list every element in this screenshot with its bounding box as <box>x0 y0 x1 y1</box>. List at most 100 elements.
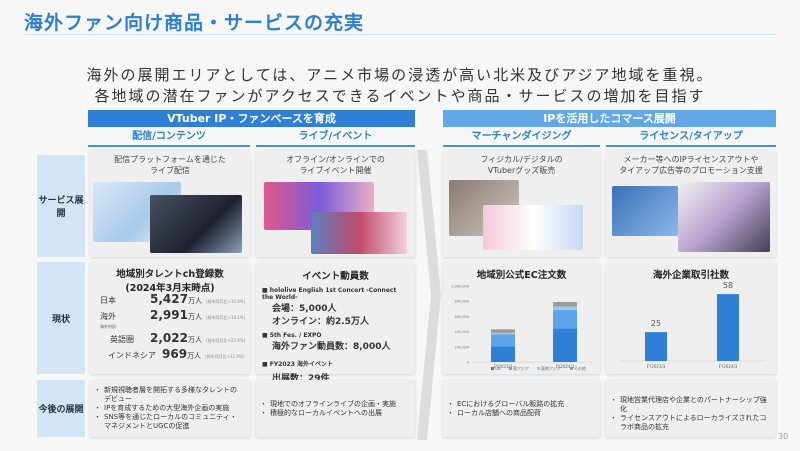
merch-goods-image <box>483 205 583 250</box>
data-label: 58 <box>723 281 733 290</box>
stat-japan: 日本 5,427 万人 (前年同月比+15.4%) <box>100 292 250 308</box>
license-product-image <box>612 186 678 236</box>
legend-swatch <box>491 367 494 370</box>
region: 海外 <box>100 312 116 321</box>
bar-segment-その他 <box>553 301 577 307</box>
y-tick-label: 600,000 <box>455 315 469 319</box>
stat-english: 英語圏 2,022 万人 (前年同月比+22.9%) <box>100 331 250 347</box>
unit: 万人 <box>187 352 202 360</box>
inner-label: 海外内訳 <box>100 324 116 329</box>
future-streaming: 新規視聴者層を開拓する多様なタレントのデビューIPを育成するための大型海外企画の… <box>90 380 250 437</box>
legend-swatch <box>570 367 573 370</box>
card-event-attendance: イベント動員数 ■ hololive English 1st Concert -… <box>256 262 415 384</box>
future-bullet: SNS等を通じたローカルのコミュニティ・マネジメントとUGCの促進 <box>94 413 242 431</box>
bar <box>645 332 667 361</box>
value: 5,427 <box>150 292 188 306</box>
col-label-license: ライセンス/タイアップ <box>606 129 776 147</box>
bar-segment-その他 <box>491 329 515 333</box>
bar-segment-東南アジア <box>491 332 515 335</box>
event-value: 会場：5,000人 <box>272 304 337 314</box>
caption-line: ライブ配信 <box>150 166 190 175</box>
row-label-future: 今後の展開 <box>37 380 85 437</box>
future-merch: ECにおけるグローバル販路の拡充ローカル店舗への商品配荷 <box>443 380 600 437</box>
stat-indonesia: インドネシア 969 万人 (前年同月比+11.9%) <box>100 347 250 363</box>
y-tick-label: 0 <box>467 361 469 365</box>
bar-segment-US <box>491 346 515 362</box>
unit: 万人 <box>187 297 202 305</box>
future-bullet: ローカル店舗への商品配荷 <box>447 409 592 418</box>
bar-segment-東アジア <box>553 309 577 329</box>
ec-orders-chart: 0200,000400,000600,000800,0001,000,000FY… <box>451 285 593 371</box>
page-number: 30 <box>778 432 789 441</box>
page-title: 海外ファン向け商品・サービスの充実 <box>24 12 365 34</box>
card-talent-subscribers: 地域別タレントch登録数 (2024年3月末時点) 日本 5,427 万人 (前年同月… <box>90 262 250 374</box>
talent-title: 地域別タレントch登録数 <box>116 269 224 280</box>
region: 英語圏 <box>110 335 134 344</box>
col-label-streaming: 配信/コンテンツ <box>88 129 250 147</box>
card-license: メーカー等へのIPライセンスアウトや タイアップ広告等のプロモーション支援 <box>606 150 776 257</box>
caption-line: フィジカル/デジタルの <box>480 155 563 164</box>
event-name: ■ FY2023 海外イベント <box>262 361 333 368</box>
bar-segment-東南アジア <box>553 306 577 310</box>
future-bullet: ライセンスアウトによるローカライズされたコラボ商品の拡充 <box>610 414 768 432</box>
event-name: ■ 5th Fes. / EXPO <box>262 332 322 339</box>
row-label-status: 現状 <box>37 262 85 374</box>
col-label-merch: マーチャンダイジング <box>443 129 600 147</box>
caption-line: メーカー等へのIPライセンスアウトや <box>623 155 759 164</box>
future-bullet: 積極的なローカルイベントへの出展 <box>260 409 407 418</box>
unit: 万人 <box>187 336 202 344</box>
lead-line-1: 海外の展開エリアとしては、アニメ市場の浸透が高い北米及びアジア地域を重視。 <box>86 66 714 84</box>
future-bullet: 現地営業代理店や企業とのパートナーシップ強化 <box>610 396 768 414</box>
legend-label: 東アジア <box>513 365 529 371</box>
bar-segment-東アジア <box>491 334 515 347</box>
tieup-image <box>678 182 770 252</box>
note: (前年同月比+11.9%) <box>205 354 245 359</box>
event-name-text: FY2023 海外イベント <box>269 361 333 368</box>
future-bullet: 現地でのオフラインライブの企画・実施 <box>260 400 407 409</box>
region: インドネシア <box>108 351 156 360</box>
note: (前年同月比+19.1%) <box>205 315 246 320</box>
value: 2,022 <box>150 331 188 345</box>
value: 2,991 <box>150 308 188 322</box>
legend-label: 東南アジア <box>541 365 561 371</box>
future-license: 現地営業代理店や企業とのパートナーシップ強化ライセンスアウトによるローカライズさ… <box>606 380 776 437</box>
future-bullet: ECにおけるグローバル販路の拡充 <box>447 400 592 409</box>
x-tick-label: FY2023/3 <box>647 364 666 369</box>
future-live: 現地でのオフラインライブの企画・実施積極的なローカルイベントへの出展 <box>256 380 415 437</box>
card-streaming: 配信プラットフォームを通じた ライブ配信 <box>90 150 250 257</box>
legend-swatch <box>509 367 512 370</box>
future-bullet: 新規視聴者層を開拓する多様なタレントのデビュー <box>94 386 242 404</box>
region: 日本 <box>100 296 116 305</box>
bar <box>717 294 739 361</box>
note: (前年同月比+22.9%) <box>205 338 246 343</box>
header-left: VTuber IP・ファンベースを育成 <box>88 110 415 127</box>
data-label: 25 <box>651 319 661 328</box>
title-divider <box>24 34 776 35</box>
card-live: オフライン/オンラインでの ライブイベント開催 <box>256 150 415 257</box>
header-right: IPを活用したコマース展開 <box>443 110 776 127</box>
event-name-text: 5th Fes. / EXPO <box>269 332 322 339</box>
y-tick-label: 800,000 <box>455 300 469 304</box>
row-label-service: サービス展開 <box>37 155 85 257</box>
partner-companies-chart: 25 FY2023/3 58 FY2024/3 <box>621 281 766 369</box>
y-tick-label: 400,000 <box>455 330 469 334</box>
card-merch: フィジカル/デジタルの VTuberグッズ販売 <box>443 150 600 257</box>
event-name-text: hololive English 1st Concert -Connect th… <box>262 287 397 301</box>
caption-line: タイアップ広告等のプロモーション支援 <box>619 166 763 175</box>
card-partner-chart: 海外企業取引社数 25 FY2023/3 58 FY2024/3 <box>606 262 776 374</box>
bar-segment-US <box>553 328 577 362</box>
caption-line: オフライン/オンラインでの <box>286 155 385 164</box>
event-value: オンライン：約2.5万人 <box>272 317 369 327</box>
event-value: 海外ファン動員数：8,000人 <box>272 342 391 352</box>
y-tick-label: 1,000,000 <box>451 285 469 289</box>
caption-line: VTuberグッズ販売 <box>487 166 556 175</box>
x-tick-label: FY2024/3 <box>719 364 738 369</box>
note: (前年同月比+15.4%) <box>205 299 246 304</box>
event-name: ■ hololive English 1st Concert -Connect … <box>262 287 397 301</box>
lead-line-2: 各地域の潜在ファンがアクセスできるイベントや商品・サービスの増加を目指す <box>94 87 706 105</box>
caption-line: ライブイベント開催 <box>299 166 372 175</box>
legend-label: その他 <box>574 365 586 371</box>
stat-overseas: 海外 2,991 万人 (前年同月比+19.1%) <box>100 308 250 324</box>
col-label-live: ライブ/イベント <box>256 129 415 147</box>
unit: 万人 <box>187 313 202 321</box>
